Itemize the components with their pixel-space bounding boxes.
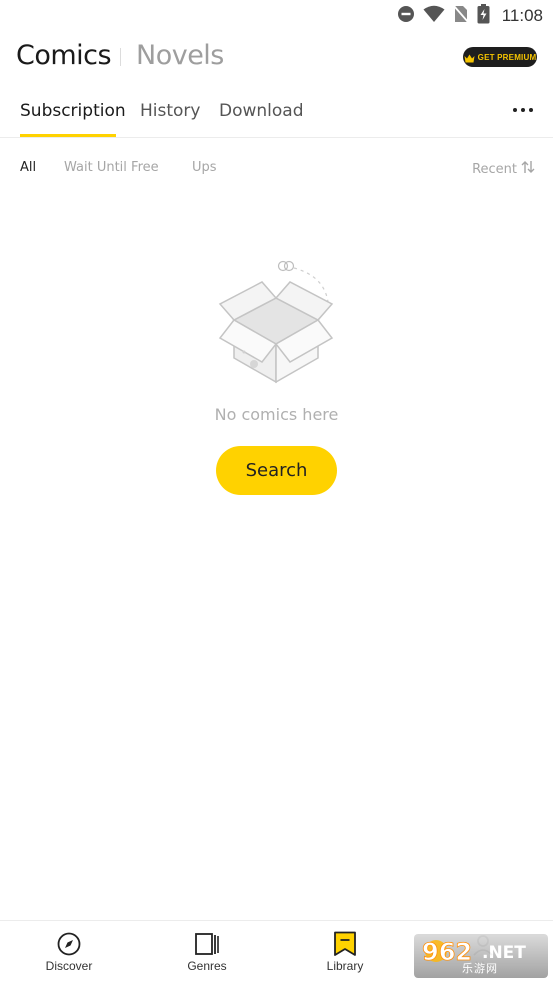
- filter-ups[interactable]: Ups: [192, 160, 217, 175]
- empty-state-message: No comics here: [214, 405, 339, 424]
- filter-all[interactable]: All: [20, 160, 36, 175]
- nav-discover[interactable]: Discover: [14, 931, 124, 973]
- search-button[interactable]: Search: [216, 446, 337, 495]
- wifi-icon: [423, 5, 445, 27]
- more-horizontal-icon[interactable]: [513, 108, 533, 112]
- novels-tab-title[interactable]: Novels: [136, 40, 224, 71]
- no-sim-icon: [453, 5, 469, 27]
- nav-library-label: Library: [326, 959, 364, 973]
- nav-library[interactable]: Library: [290, 931, 400, 973]
- crown-icon: [464, 48, 475, 67]
- get-premium-button[interactable]: GET PREMIUM: [463, 47, 537, 67]
- sort-label: Recent: [472, 161, 517, 177]
- nav-discover-label: Discover: [45, 959, 93, 973]
- clock: 11:08: [501, 6, 543, 25]
- sort-arrows-icon: [521, 160, 535, 178]
- do-not-disturb-icon: [397, 5, 415, 27]
- tab-subscription[interactable]: Subscription: [20, 101, 126, 121]
- tab-history[interactable]: History: [140, 101, 200, 121]
- book-icon: [152, 931, 262, 957]
- empty-box-icon: [214, 258, 338, 386]
- comics-tab-title[interactable]: Comics: [16, 40, 112, 71]
- sort-button[interactable]: Recent: [472, 160, 535, 178]
- battery-charging-icon: [477, 4, 490, 28]
- watermark-logo: 962 .NET 乐游网: [414, 934, 548, 978]
- title-divider: [120, 48, 121, 66]
- filter-wait-until-free[interactable]: Wait Until Free: [64, 160, 159, 175]
- filter-bar: All Wait Until Free Ups Recent: [0, 158, 553, 180]
- status-icons: 11:08: [397, 4, 543, 28]
- nav-genres-label: Genres: [187, 959, 227, 973]
- watermark-subtext: 乐游网: [462, 962, 498, 975]
- library-tabs: Subscription History Download: [0, 96, 553, 138]
- bookmark-icon: [290, 931, 400, 957]
- get-premium-label: GET PREMIUM: [477, 52, 537, 62]
- nav-genres[interactable]: Genres: [152, 931, 262, 973]
- status-bar: 11:08: [0, 0, 553, 32]
- tab-download[interactable]: Download: [219, 101, 304, 121]
- compass-icon: [14, 931, 124, 957]
- app-header: Comics Novels GET PREMIUM: [0, 40, 553, 80]
- active-tab-indicator: [20, 134, 116, 137]
